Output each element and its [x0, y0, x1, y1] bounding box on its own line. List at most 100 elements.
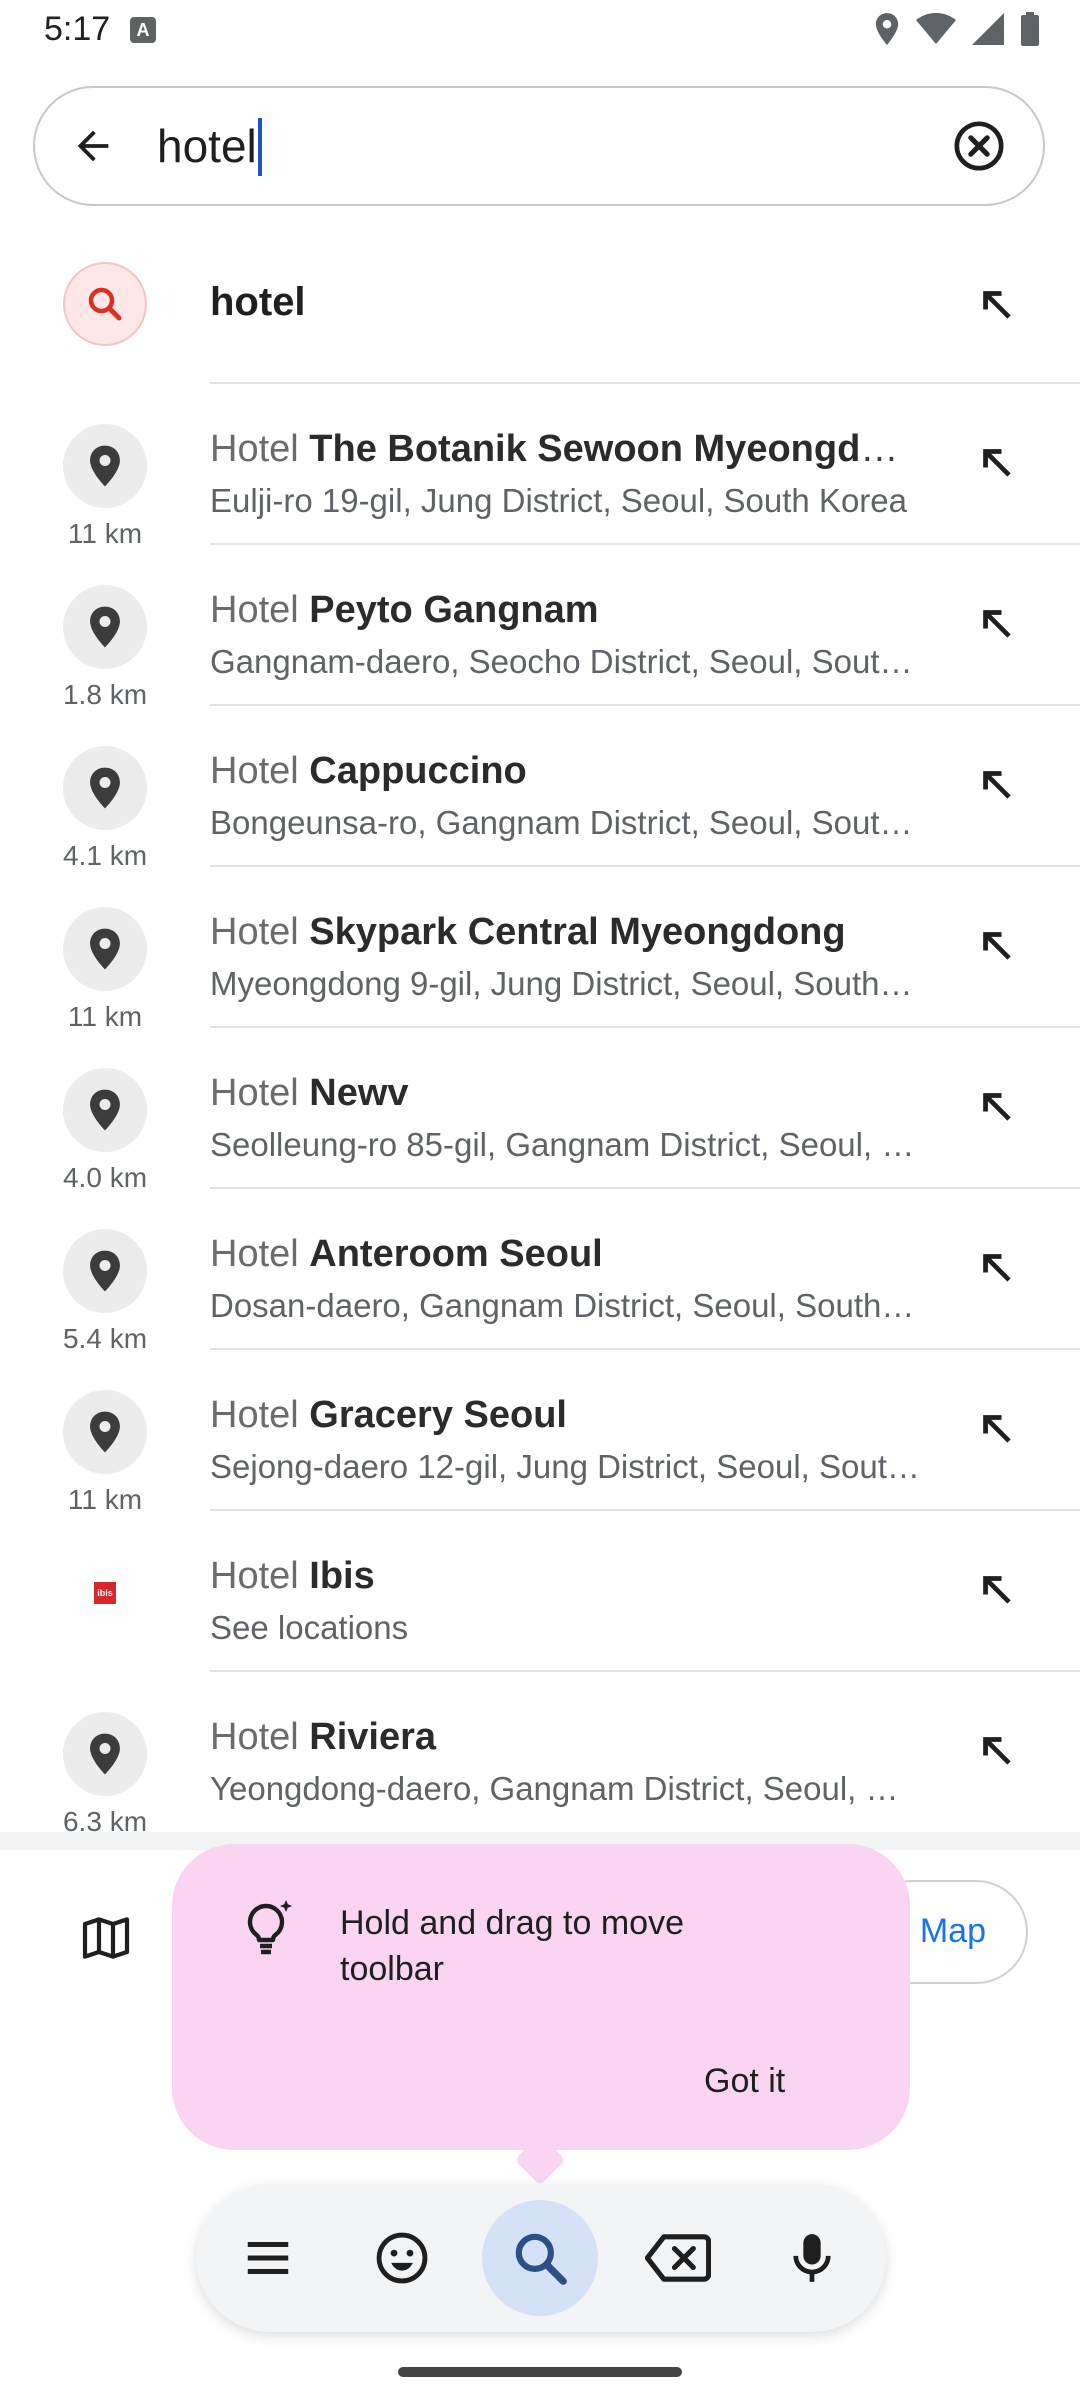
- suggestion-brand-row[interactable]: ibis Hotel Ibis See locations: [0, 1511, 1080, 1672]
- emoji-button[interactable]: [344, 2200, 460, 2316]
- title-name: Anteroom Seoul: [309, 1233, 603, 1275]
- fill-arrow-icon: [983, 1415, 1011, 1443]
- map-button-label: Map: [919, 1912, 986, 1950]
- mic-button[interactable]: [754, 2200, 870, 2316]
- suggestion-address: Seolleung-ro 85-gil, Gangnam District, S…: [210, 1126, 920, 1163]
- pin-icon: [63, 1712, 147, 1796]
- fill-arrow-icon: [983, 1254, 1011, 1282]
- emoji-icon: [376, 2232, 428, 2284]
- fill-query-button[interactable]: [972, 1726, 1020, 1774]
- suggestion-lead: 4.1 km: [40, 746, 170, 872]
- suggestion-title: Hotel The Botanik Sewoon Myeongdong: [210, 428, 920, 471]
- brand-logo-text: ibis: [94, 1582, 116, 1604]
- suggestion-place-row[interactable]: 1.8 km Hotel Peyto Gangnam Gangnam-daero…: [0, 545, 1080, 710]
- search-query-icon: [63, 262, 147, 346]
- suggestion-title: Hotel Riviera: [210, 1716, 920, 1759]
- pin-icon: [63, 746, 147, 830]
- fill-arrow-icon: [983, 291, 1011, 319]
- suggestion-place-row[interactable]: 11 km Hotel The Botanik Sewoon Myeongdon…: [0, 384, 1080, 549]
- suggestion-place-row[interactable]: 4.0 km Hotel Newv Seolleung-ro 85-gil, G…: [0, 1028, 1080, 1193]
- title-name: Gracery Seoul: [309, 1394, 567, 1436]
- search-button[interactable]: [482, 2200, 598, 2316]
- suggestion-lead: 5.4 km: [40, 1229, 170, 1355]
- fill-arrow-icon: [983, 771, 1011, 799]
- suggestion-place-row[interactable]: 11 km Hotel Gracery Seoul Sejong-daero 1…: [0, 1350, 1080, 1515]
- title-name: Newv: [309, 1072, 409, 1114]
- suggestion-address: Sejong-daero 12-gil, Jung District, Seou…: [210, 1448, 920, 1485]
- suggestion-lead: 11 km: [40, 424, 170, 550]
- title-highlight: Hotel: [210, 589, 299, 631]
- fill-query-button[interactable]: [972, 921, 1020, 969]
- home-indicator[interactable]: [398, 2367, 682, 2377]
- suggestion-address: Yeongdong-daero, Gangnam District, Seoul…: [210, 1770, 920, 1807]
- suggestion-address: Eulji-ro 19-gil, Jung District, Seoul, S…: [210, 482, 907, 519]
- suggestion-address: See locations: [210, 1609, 409, 1646]
- suggestion-address: Myeongdong 9-gil, Jung District, Seoul, …: [210, 965, 920, 1002]
- fill-query-button[interactable]: [972, 599, 1020, 647]
- suggestion-title: Hotel Gracery Seoul: [210, 1394, 920, 1437]
- status-icons: [874, 12, 1040, 46]
- fill-arrow-icon: [983, 932, 1011, 960]
- suggestion-place-row[interactable]: 5.4 km Hotel Anteroom Seoul Dosan-daero,…: [0, 1189, 1080, 1354]
- suggestion-title: Hotel Newv: [210, 1072, 920, 1115]
- menu-icon: [247, 2242, 289, 2274]
- suggestion-place-row[interactable]: 11 km Hotel Skypark Central Myeongdong M…: [0, 867, 1080, 1032]
- mic-icon: [793, 2234, 831, 2282]
- backspace-button[interactable]: [620, 2200, 736, 2316]
- suggestion-address: Gangnam-daero, Seocho District, Seoul, S…: [210, 643, 920, 680]
- suggestion-place-row[interactable]: 6.3 km Hotel Riviera Yeongdong-daero, Ga…: [0, 1672, 1080, 1837]
- wifi-icon: [916, 13, 956, 44]
- title-name: Riviera: [309, 1716, 437, 1758]
- title-name: Ibis: [309, 1555, 375, 1597]
- map-icon[interactable]: [78, 1910, 134, 1966]
- fill-query-button[interactable]: [972, 1565, 1020, 1613]
- fill-query-button[interactable]: [972, 1082, 1020, 1130]
- clear-icon: [954, 121, 1004, 171]
- keyboard-toolbar[interactable]: [196, 2184, 886, 2332]
- pin-icon: [63, 424, 147, 508]
- fill-query-button[interactable]: [972, 760, 1020, 808]
- suggestion-query-row[interactable]: hotel: [0, 224, 1080, 384]
- fill-query-button[interactable]: [972, 280, 1020, 328]
- title-highlight: Hotel: [210, 1555, 299, 1597]
- tooltip-text: Hold and drag to move toolbar: [340, 1904, 684, 1988]
- pin-icon: [63, 1229, 147, 1313]
- search-bar: hotel: [33, 86, 1045, 206]
- suggestion-address: Bongeunsa-ro, Gangnam District, Seoul, S…: [210, 804, 920, 841]
- title-name: Cappuccino: [309, 750, 527, 792]
- suggestion-lead: 1.8 km: [40, 585, 170, 711]
- fill-query-button[interactable]: [972, 1243, 1020, 1291]
- notification-icon: A: [130, 17, 156, 43]
- suggestion-lead: 11 km: [40, 907, 170, 1033]
- status-time: 5:17: [44, 10, 111, 48]
- search-icon: [515, 2233, 567, 2285]
- pin-icon: [63, 907, 147, 991]
- got-it-button[interactable]: Got it: [704, 2062, 785, 2101]
- suggestion-list: hotel 11 km Hotel The Botanik Sewoon Mye…: [0, 224, 1080, 1837]
- menu-button[interactable]: [210, 2200, 326, 2316]
- suggestion-lead: 11 km: [40, 1390, 170, 1516]
- suggestion-title: Hotel Anteroom Seoul: [210, 1233, 920, 1276]
- clear-search-button[interactable]: [949, 116, 1009, 176]
- suggestion-title: Hotel Ibis: [210, 1555, 920, 1598]
- fill-arrow-icon: [983, 1737, 1011, 1765]
- back-arrow-icon: [77, 130, 109, 162]
- ibis-logo-icon: ibis: [63, 1551, 147, 1635]
- back-button[interactable]: [63, 116, 123, 176]
- fill-query-button[interactable]: [972, 1404, 1020, 1452]
- fill-query-button[interactable]: [972, 438, 1020, 486]
- suggestion-title: Hotel Cappuccino: [210, 750, 920, 793]
- location-icon: [875, 13, 899, 45]
- title-highlight: Hotel: [210, 1233, 299, 1275]
- suggestion-place-row[interactable]: 4.1 km Hotel Cappuccino Bongeunsa-ro, Ga…: [0, 706, 1080, 871]
- title-highlight: Hotel: [210, 1716, 299, 1758]
- title-name: The Botanik Sewoon Myeongdong: [309, 428, 920, 470]
- suggestion-title: hotel: [210, 280, 306, 324]
- title-highlight: Hotel: [210, 911, 299, 953]
- suggestion-title: Hotel Skypark Central Myeongdong: [210, 911, 920, 954]
- suggestion-address: Dosan-daero, Gangnam District, Seoul, So…: [210, 1287, 920, 1324]
- title-highlight: Hotel: [210, 1072, 299, 1114]
- search-input[interactable]: hotel: [157, 116, 262, 176]
- backspace-icon: [645, 2234, 711, 2282]
- title-name: Peyto Gangnam: [309, 589, 599, 631]
